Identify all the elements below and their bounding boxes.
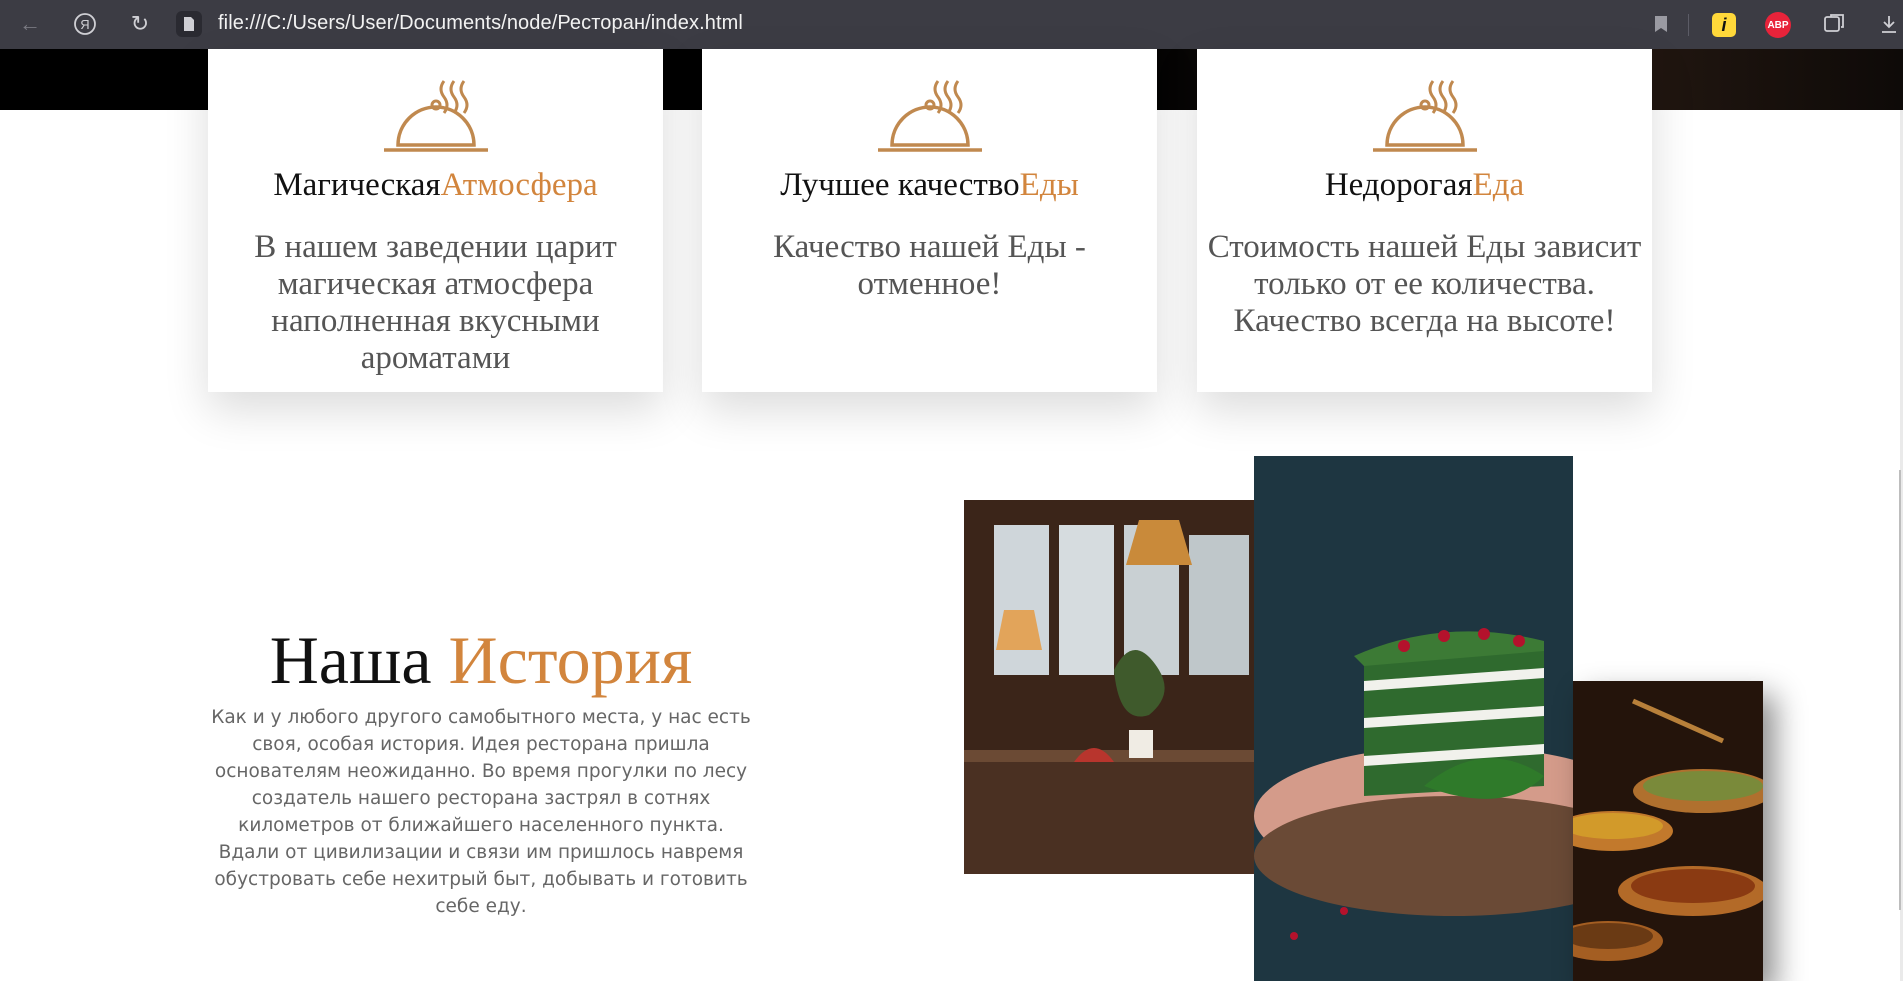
download-icon[interactable] bbox=[1873, 8, 1903, 40]
feature-text: Стоимость нашей Еды зависит только от ее… bbox=[1207, 229, 1642, 339]
spices-photo bbox=[1573, 681, 1763, 981]
adblock-icon[interactable]: ABP bbox=[1765, 12, 1791, 38]
file-icon[interactable] bbox=[176, 11, 202, 37]
svg-text:Я: Я bbox=[80, 17, 89, 32]
feature-title-accent: Еды bbox=[1019, 167, 1079, 203]
history-text: Как и у любого другого самобытного места… bbox=[211, 707, 751, 917]
cake-photo bbox=[1254, 456, 1573, 981]
feature-card: Лучшее качествоЕды Качество нашей Еды - … bbox=[702, 49, 1157, 392]
back-icon[interactable]: ← bbox=[14, 8, 46, 40]
browser-toolbar: ← Я ↻ file:///C:/Users/User/Documents/no… bbox=[0, 0, 1903, 49]
address-bar[interactable]: file:///C:/Users/User/Documents/node/Рес… bbox=[218, 12, 743, 35]
history-title-accent: История bbox=[448, 622, 693, 698]
toolbar-divider bbox=[1688, 14, 1689, 36]
cloche-icon bbox=[384, 80, 488, 152]
collections-icon[interactable] bbox=[1818, 8, 1850, 40]
feature-title-main: Лучшее качество bbox=[780, 167, 1020, 203]
scrollbar-thumb[interactable] bbox=[1899, 470, 1901, 910]
cloche-icon bbox=[1373, 80, 1477, 152]
feature-title-main: Магическая bbox=[273, 167, 441, 203]
extension-icon[interactable]: i bbox=[1712, 13, 1736, 37]
feature-title-main: Недорогая bbox=[1324, 167, 1473, 203]
feature-title: НедорогаяЕда bbox=[1197, 167, 1652, 204]
history-title-main: Наша bbox=[269, 622, 432, 698]
feature-text: Качество нашей Еды - отменное! bbox=[773, 229, 1086, 302]
feature-card: НедорогаяЕда Стоимость нашей Еды зависит… bbox=[1197, 49, 1652, 392]
feature-title: Лучшее качествоЕды bbox=[702, 167, 1157, 204]
feature-text: В нашем заведении царит магическая атмос… bbox=[254, 229, 617, 376]
feature-title: МагическаяАтмосфера bbox=[208, 167, 663, 204]
reload-icon[interactable]: ↻ bbox=[124, 8, 156, 40]
cloche-icon bbox=[878, 80, 982, 152]
history-title: Наша История bbox=[208, 620, 754, 700]
feature-title-accent: Атмосфера bbox=[440, 167, 598, 203]
bookmark-icon[interactable] bbox=[1645, 8, 1677, 40]
feature-title-accent: Еда bbox=[1472, 167, 1525, 203]
feature-card: МагическаяАтмосфера В нашем заведении ца… bbox=[208, 49, 663, 392]
cafe-interior-photo bbox=[964, 500, 1282, 874]
yandex-icon[interactable]: Я bbox=[69, 8, 101, 40]
